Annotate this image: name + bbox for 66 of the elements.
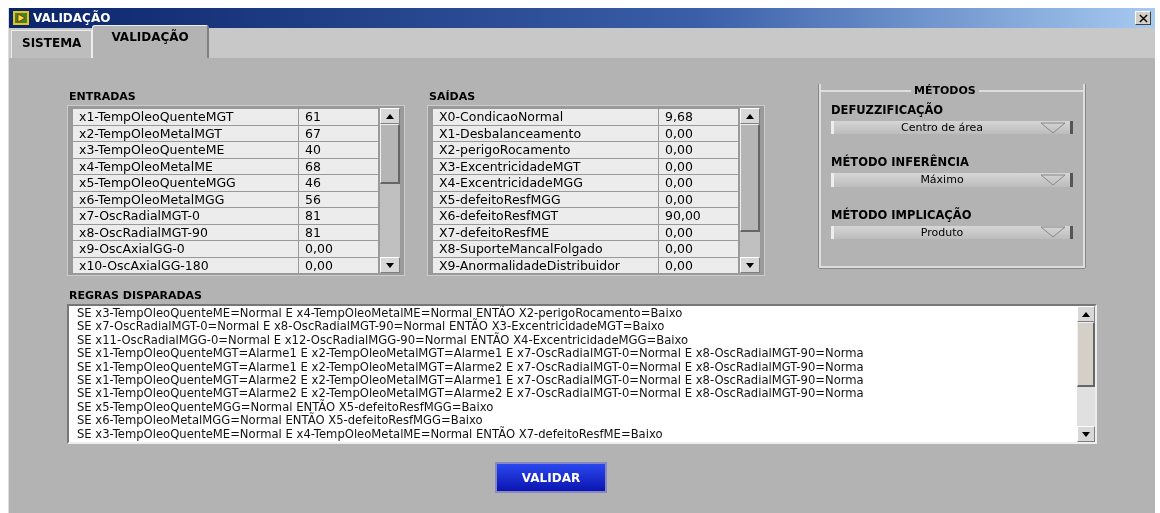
- dropdown-arrow-icon: [1040, 121, 1066, 134]
- scroll-down-button[interactable]: [740, 257, 760, 273]
- rule-line: SE x11-OscRadialMGG-0=Normal E x12-OscRadialMGG-90=Normal ENTÃO X4-ExcentricidadeMGG=Baixo: [77, 333, 690, 348]
- table-cell: x1-TempOleoQuenteMGT: [72, 108, 299, 126]
- scroll-down-button[interactable]: [1077, 426, 1095, 442]
- scroll-thumb[interactable]: [740, 124, 760, 232]
- app-icon: [13, 11, 29, 25]
- field-label: MÉTODO INFERÊNCIA: [831, 155, 970, 170]
- scroll-up-button[interactable]: [1077, 306, 1095, 322]
- down-arrow-icon: [746, 262, 754, 268]
- dropdown-arrow-icon: [1040, 226, 1066, 239]
- table-cell: x9-OscAxialGG-0: [72, 240, 299, 258]
- table-cell: x3-TempOleoQuenteME: [72, 141, 299, 159]
- table-label: SAÍDAS: [429, 90, 477, 103]
- table-cell: 61: [298, 108, 379, 126]
- close-icon: [1138, 13, 1148, 23]
- table-cell: 46: [298, 174, 379, 192]
- scroll-thumb[interactable]: [1077, 322, 1095, 387]
- table-cell: 9,68: [658, 108, 739, 126]
- scroll-thumb[interactable]: [380, 124, 400, 184]
- rule-line: SE x1-TempOleoQuenteMGT=Alarme2 E x2-TempOleoMetalMGT=Alarme2 E x7-OscRadialMGT-0=Normal E x8-OscRadialMGT-90=Norma: [77, 387, 865, 401]
- field-label: MÉTODO IMPLICAÇÃO: [831, 207, 973, 222]
- scrollbar[interactable]: [380, 108, 400, 273]
- window-title: VALIDAÇÃO: [33, 11, 112, 25]
- close-button[interactable]: [1135, 11, 1151, 25]
- table-cell: 0,00: [658, 240, 739, 258]
- rule-line: SE x6-TempOleoMetalMGG=Normal ENTÃO X5-defeitoResfMGG=Baixo: [77, 414, 483, 428]
- rule-line: SE x1-TempOleoQuenteMGT=Alarme2 E x2-TempOleoMetalMGT=Alarme1 E x7-OscRadialMGT-0=Normal E x8-OscRadialMGT-90=Norma: [77, 374, 865, 388]
- up-arrow-icon: [1082, 311, 1090, 317]
- dropdown[interactable]: Centro de área: [831, 121, 1073, 135]
- field-label: DEFUZZIFICAÇÃO: [831, 103, 945, 117]
- rules-list[interactable]: [67, 304, 1097, 444]
- table-cell: 0,00: [298, 240, 379, 258]
- table-cell: x5-TempOleoQuenteMGG: [72, 174, 299, 192]
- rule-line: SE x3-TempOleoQuenteME=Normal E x4-TempOleoMetalME=Normal ENTÃO X7-defeitoResfME=Baixo: [77, 427, 664, 442]
- down-arrow-icon: [1082, 431, 1090, 437]
- group-title: MÉTODOS: [913, 84, 977, 97]
- table-cell: X2-perigoRocamento: [432, 141, 659, 159]
- dropdown-arrow-icon: [1040, 174, 1066, 186]
- tab[interactable]: VALIDAÇÃO: [92, 25, 209, 58]
- table-cell: x7-OscRadialMGT-0: [72, 207, 299, 225]
- scroll-up-button[interactable]: [740, 108, 760, 124]
- table-label: ENTRADAS: [69, 90, 137, 103]
- table-cell: 90,00: [658, 207, 739, 225]
- validate-button[interactable]: VALIDAR: [495, 462, 607, 493]
- scrollbar[interactable]: [740, 108, 760, 273]
- tab[interactable]: SISTEMA: [11, 30, 93, 58]
- table-cell: 40: [298, 141, 379, 159]
- table-cell: 81: [298, 207, 379, 225]
- rule-line: SE x1-TempOleoQuenteMGT=Alarme1 E x2-TempOleoMetalMGT=Alarme1 E x7-OscRadialMGT-0=Normal E x8-OscRadialMGT-90=Norma: [77, 347, 865, 361]
- up-arrow-icon: [386, 113, 394, 119]
- table-cell: X4-ExcentricidadeMGG: [432, 174, 659, 192]
- scroll-up-button[interactable]: [380, 108, 400, 124]
- table-cell: X0-CondicaoNormal: [432, 108, 659, 126]
- dropdown[interactable]: Produto: [831, 225, 1073, 239]
- scroll-down-button[interactable]: [380, 257, 400, 273]
- table-cell: X8-SuporteMancalFolgado: [432, 240, 659, 258]
- rule-line: SE x1-TempOleoQuenteMGT=Alarme1 E x2-TempOleoMetalMGT=Alarme2 E x7-OscRadialMGT-0=Normal E x8-OscRadialMGT-90=Norma: [77, 360, 865, 375]
- dropdown[interactable]: Máximo: [831, 173, 1073, 187]
- down-arrow-icon: [386, 262, 394, 268]
- table-cell: 0,00: [658, 174, 739, 192]
- table-cell: X6-defeitoResfMGT: [432, 207, 659, 225]
- rules-label: REGRAS DISPARADAS: [69, 289, 203, 302]
- table-cell: 0,00: [658, 141, 739, 159]
- scrollbar[interactable]: [1077, 306, 1095, 442]
- up-arrow-icon: [746, 113, 754, 119]
